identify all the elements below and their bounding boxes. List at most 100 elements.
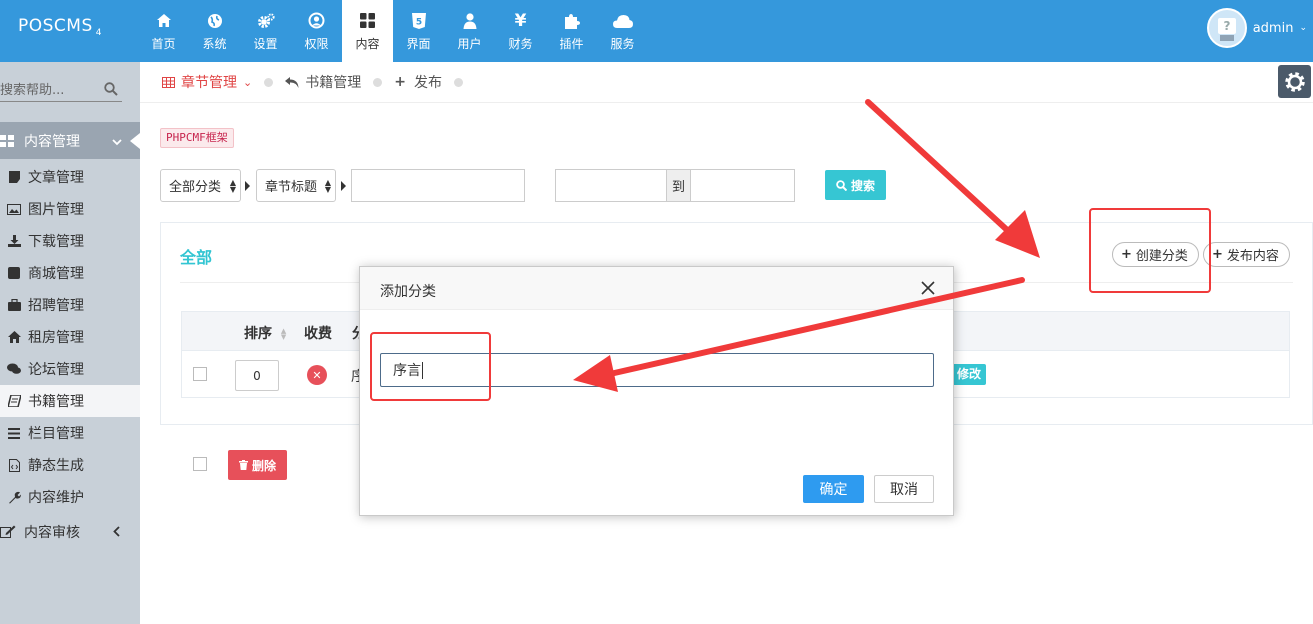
sidebar-item-static[interactable]: 静态生成	[0, 449, 140, 481]
nav-settings[interactable]: 设置	[240, 0, 291, 62]
dialog-header: 添加分类	[360, 267, 953, 310]
sidebar-item-rental[interactable]: 租房管理	[0, 321, 140, 353]
chevron-down-icon: ⌄	[1299, 23, 1307, 33]
settings-button[interactable]	[1278, 65, 1311, 98]
cancel-button[interactable]: 取消	[874, 475, 934, 503]
yen-icon: ¥	[514, 10, 527, 31]
sidebar-menu: 文章管理 图片管理 下载管理 商城管理 招聘管理 租房管理 论坛管理 书籍管理 …	[0, 161, 140, 513]
plus-icon: +	[1212, 247, 1223, 262]
cogs-icon	[256, 11, 276, 31]
sidebar-item-jobs[interactable]: 招聘管理	[0, 289, 140, 321]
close-icon[interactable]	[921, 281, 937, 297]
confirm-button[interactable]: 确定	[803, 475, 864, 503]
dialog-title: 添加分类	[380, 284, 436, 300]
breadcrumb-current[interactable]: 章节管理 ⌄	[162, 72, 252, 92]
picture-icon	[7, 202, 21, 216]
grid-icon	[358, 11, 378, 31]
html5-icon: 5	[409, 11, 429, 31]
sidebar-item-shop[interactable]: 商城管理	[0, 257, 140, 289]
nav-content[interactable]: 内容	[342, 0, 393, 62]
username: admin	[1252, 20, 1294, 36]
breadcrumb-back[interactable]: 书籍管理	[285, 72, 361, 92]
breadcrumb-publish[interactable]: + 发布	[394, 72, 442, 92]
category-select[interactable]: 全部分类 ▲ ▼	[160, 169, 241, 202]
nav-finance[interactable]: ¥ 财务	[495, 0, 546, 62]
user-circle-icon	[307, 11, 327, 31]
divider	[140, 102, 1313, 103]
sidebar-item-columns[interactable]: 栏目管理	[0, 417, 140, 449]
nav-plugins[interactable]: 插件	[546, 0, 597, 62]
trash-icon	[238, 460, 248, 470]
chevron-left-icon	[113, 525, 120, 541]
nav-permission[interactable]: 权限	[291, 0, 342, 62]
search-icon	[836, 179, 847, 191]
table-icon	[162, 76, 175, 88]
column-header-order[interactable]: 排序 ▲ ▼	[244, 323, 286, 343]
search-button[interactable]: 搜索	[825, 170, 886, 200]
avatar: ?	[1206, 8, 1247, 48]
annotation-box	[1089, 208, 1211, 293]
panel-title: 全部	[180, 248, 213, 267]
file-icon	[7, 170, 21, 184]
search-icon[interactable]	[104, 81, 118, 96]
user-icon	[460, 11, 480, 31]
sidebar-group-content[interactable]: 内容管理	[0, 122, 140, 159]
file-code-icon	[7, 458, 21, 472]
sidebar-item-images[interactable]: 图片管理	[0, 193, 140, 225]
sidebar-item-books[interactable]: 书籍管理	[0, 385, 140, 417]
order-input[interactable]: 0	[235, 360, 279, 391]
user-menu[interactable]: ? admin ⌄	[1206, 8, 1307, 48]
sidebar-group-label: 内容管理	[24, 133, 80, 150]
square-icon	[7, 266, 21, 280]
publish-content-button[interactable]: + 发布内容	[1203, 242, 1290, 267]
grid-icon	[0, 134, 14, 148]
delete-button[interactable]: 删除	[228, 450, 287, 480]
gear-icon	[1283, 70, 1307, 94]
sort-icon: ▲ ▼	[280, 327, 287, 341]
date-from-input[interactable]	[555, 169, 667, 202]
nav-service[interactable]: 服务	[597, 0, 648, 62]
framework-tag: PHPCMF框架	[160, 128, 234, 148]
nav-system[interactable]: 系统	[189, 0, 240, 62]
nav-users[interactable]: 用户	[444, 0, 495, 62]
row-checkbox[interactable]	[193, 367, 207, 381]
comments-icon	[7, 362, 21, 376]
book-icon	[7, 394, 21, 408]
sidebar-item-forum[interactable]: 论坛管理	[0, 353, 140, 385]
sidebar-group-label: 内容审核	[24, 525, 80, 541]
keyword-input[interactable]	[351, 169, 525, 202]
date-range-to-label: 到	[666, 169, 691, 202]
field-select[interactable]: 章节标题 ▲ ▼	[256, 169, 336, 202]
sidebar-item-articles[interactable]: 文章管理	[0, 161, 140, 193]
globe-icon	[205, 11, 225, 31]
nav-ui[interactable]: 5 界面	[393, 0, 444, 62]
main-nav: 首页 系统 设置 权限 内容 5 界面 用户 ¥ 财务 插件 服务	[138, 0, 648, 62]
sidebar-search[interactable]: 搜索帮助...	[0, 76, 122, 102]
wrench-icon	[7, 490, 21, 504]
svg-text:5: 5	[415, 17, 421, 27]
briefcase-icon	[7, 298, 21, 312]
caret-right-icon	[245, 181, 250, 191]
sidebar-item-maintenance[interactable]: 内容维护	[0, 481, 140, 513]
sidebar-group-audit[interactable]: 内容审核	[0, 517, 140, 547]
nav-home[interactable]: 首页	[138, 0, 189, 62]
app-logo[interactable]: POSCMS 4	[18, 16, 102, 38]
edit-icon	[0, 525, 16, 539]
home-icon	[7, 330, 21, 344]
active-notch	[130, 133, 140, 149]
home-icon	[154, 11, 174, 31]
reply-icon	[285, 76, 299, 88]
download-icon	[7, 234, 21, 248]
breadcrumb-separator	[453, 77, 463, 87]
list-icon	[7, 426, 21, 440]
cloud-icon	[612, 11, 633, 31]
chevron-down-icon	[112, 134, 122, 150]
puzzle-icon	[562, 11, 582, 31]
double-chevron-icon: ⌄	[243, 75, 253, 89]
search-input[interactable]: 搜索帮助...	[0, 79, 64, 98]
edit-button[interactable]: 修改	[952, 364, 987, 385]
sidebar-item-downloads[interactable]: 下载管理	[0, 225, 140, 257]
date-to-input[interactable]	[690, 169, 795, 202]
select-all-checkbox[interactable]	[193, 457, 207, 471]
caret-right-icon	[341, 181, 346, 191]
